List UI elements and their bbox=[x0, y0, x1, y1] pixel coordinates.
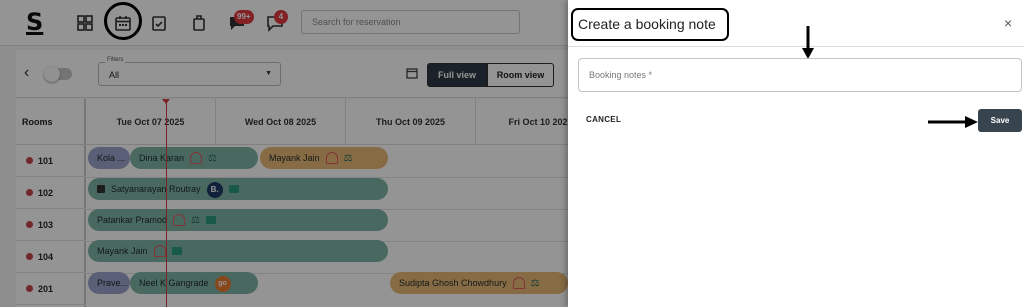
rooms-column: Rooms 101 102 103 104 201 bbox=[16, 99, 86, 307]
task-checklist-icon[interactable] bbox=[146, 10, 172, 36]
day-header: Tue Oct 07 2025 bbox=[86, 99, 216, 145]
booking-bar[interactable]: Neel K Gangrade go bbox=[130, 272, 258, 294]
room-view-button[interactable]: Room view bbox=[487, 63, 554, 87]
booking-bar[interactable]: Mayank Jain bbox=[88, 240, 388, 262]
room-status-dot bbox=[26, 253, 33, 261]
lock-icon bbox=[97, 184, 105, 193]
messages-count-badge: 4 bbox=[274, 10, 288, 24]
airbnb-icon bbox=[173, 213, 186, 226]
room-number: 201 bbox=[38, 284, 54, 294]
guest-name: Patankar Pramod bbox=[97, 215, 168, 225]
booking-calendar-grid: Rooms 101 102 103 104 201 Tue Oct 07 202… bbox=[16, 99, 606, 307]
caret-down-icon: ▼ bbox=[265, 70, 272, 77]
room-status-dot bbox=[26, 189, 33, 197]
airbnb-icon bbox=[325, 151, 338, 164]
day-header: Wed Oct 08 2025 bbox=[216, 99, 346, 145]
guest-name: Mayank Jain bbox=[269, 153, 320, 163]
guest-name: Sudipta Ghosh Chowdhury bbox=[399, 278, 507, 288]
drawer-title: Create a booking note bbox=[578, 16, 716, 32]
airbnb-icon bbox=[153, 244, 166, 257]
app-logo[interactable]: S bbox=[26, 8, 43, 36]
room-row: 101 bbox=[16, 145, 86, 177]
booking-notes-input[interactable]: Booking notes * bbox=[578, 58, 1022, 92]
save-button[interactable]: Save bbox=[978, 109, 1022, 132]
filters-select[interactable]: Filters All ▼ bbox=[98, 57, 281, 86]
room-row: 102 bbox=[16, 177, 86, 209]
date-picker-icon[interactable] bbox=[406, 67, 418, 79]
dashboard-grid-icon[interactable] bbox=[72, 10, 98, 36]
current-time-marker bbox=[162, 99, 170, 104]
booking-com-icon: B. bbox=[206, 181, 223, 198]
booking-bar[interactable]: Dina Karan ⚖ bbox=[130, 147, 258, 169]
balance-scale-icon: ⚖ bbox=[208, 152, 217, 164]
room-status-dot bbox=[26, 157, 33, 165]
note-chat-icon bbox=[228, 184, 239, 193]
booking-bar[interactable]: Satyanarayan Routray B. bbox=[88, 178, 388, 200]
rooms-header: Rooms bbox=[16, 99, 86, 145]
room-number: 103 bbox=[38, 220, 54, 230]
guest-name: Mayank Jain bbox=[97, 246, 148, 256]
calendar-icon[interactable] bbox=[110, 10, 136, 36]
filters-label: Filters bbox=[105, 57, 126, 63]
guest-name: Prave... bbox=[97, 278, 129, 288]
close-icon[interactable]: × bbox=[1004, 15, 1012, 31]
cancel-button[interactable]: CANCEL bbox=[586, 115, 621, 124]
filters-selected-value: All bbox=[109, 70, 120, 80]
guest-name: Kola ... bbox=[97, 153, 126, 163]
guest-name: Satyanarayan Routray bbox=[111, 184, 201, 194]
annotation-arrow-down-icon bbox=[802, 26, 814, 59]
guest-name: Dina Karan bbox=[139, 153, 185, 163]
note-chat-icon bbox=[206, 215, 217, 224]
room-row: 103 bbox=[16, 209, 86, 241]
current-time-line bbox=[166, 99, 167, 307]
room-number: 104 bbox=[38, 252, 54, 262]
room-row: 201 bbox=[16, 273, 86, 305]
view-toggle-switch[interactable] bbox=[44, 66, 72, 82]
luggage-icon[interactable] bbox=[186, 10, 212, 36]
goibibo-icon: go bbox=[214, 275, 231, 292]
annotation-arrow-right-icon bbox=[928, 116, 978, 128]
balance-scale-icon: ⚖ bbox=[530, 277, 540, 289]
booking-bar[interactable]: Sudipta Ghosh Chowdhury ⚖ bbox=[390, 272, 568, 294]
room-status-dot bbox=[26, 285, 33, 293]
airbnb-icon bbox=[512, 276, 525, 289]
drawer-divider bbox=[568, 46, 1024, 47]
calendar-toolbar: ‹ Filters All ▼ Full view Room view bbox=[16, 50, 568, 98]
booking-bar[interactable]: Prave... bbox=[88, 272, 130, 294]
chevron-left-icon[interactable]: ‹ bbox=[24, 64, 29, 82]
top-navigation-bar: S 99+ 4 Search for reservation bbox=[0, 0, 568, 46]
room-number: 101 bbox=[38, 156, 54, 166]
notifications-count-badge: 99+ bbox=[234, 10, 254, 24]
balance-scale-icon: ⚖ bbox=[191, 214, 201, 226]
day-header: Thu Oct 09 2025 bbox=[346, 99, 476, 145]
booking-bar[interactable]: Patankar Pramod ⚖ bbox=[88, 209, 388, 231]
booking-note-drawer: Create a booking note × Booking notes * … bbox=[568, 0, 1024, 307]
room-row: 104 bbox=[16, 241, 86, 273]
guest-name: Neel K Gangrade bbox=[139, 278, 209, 288]
room-number: 102 bbox=[38, 188, 54, 198]
full-view-button[interactable]: Full view bbox=[427, 63, 487, 87]
reservation-search-input[interactable]: Search for reservation bbox=[301, 10, 520, 34]
booking-bar[interactable]: Mayank Jain ⚖ bbox=[260, 147, 388, 169]
balance-scale-icon: ⚖ bbox=[343, 152, 353, 164]
note-chat-icon bbox=[171, 246, 182, 255]
airbnb-icon bbox=[190, 151, 203, 164]
booking-bar[interactable]: Kola ... bbox=[88, 147, 130, 169]
room-status-dot bbox=[26, 221, 33, 229]
